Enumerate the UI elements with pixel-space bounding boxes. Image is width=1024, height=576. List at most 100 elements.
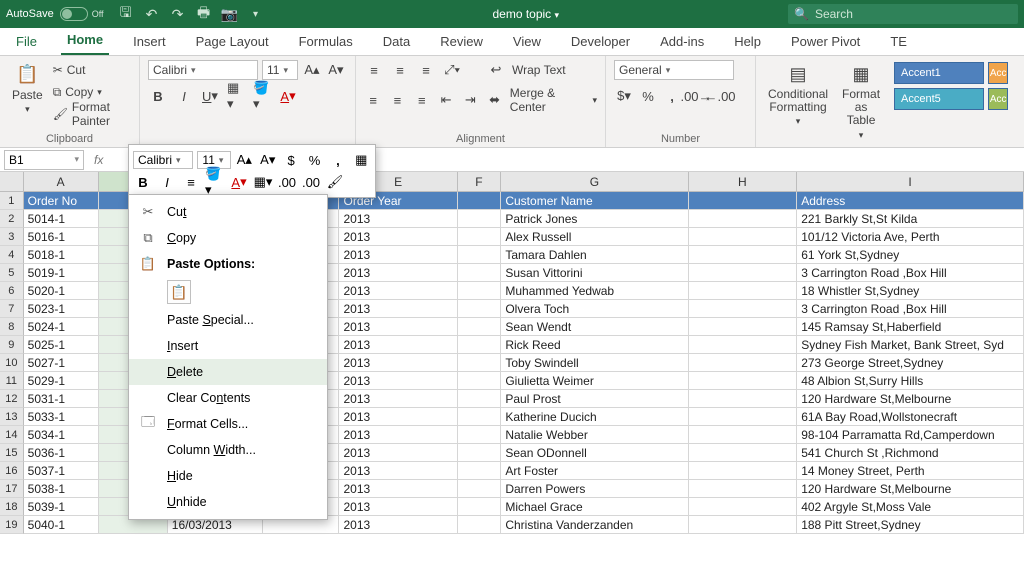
grow-font-icon[interactable]: A▴ <box>302 60 322 80</box>
tab-file[interactable]: File <box>10 30 43 55</box>
align-center-icon[interactable]: ≡ <box>388 90 406 110</box>
tab-power-pivot[interactable]: Power Pivot <box>785 30 866 55</box>
cell[interactable]: 5014-1 <box>24 210 99 228</box>
cell[interactable]: 2013 <box>339 210 457 228</box>
ctx-unhide[interactable]: Unhide <box>129 489 327 515</box>
cell[interactable]: 2013 <box>339 516 457 534</box>
cell[interactable] <box>458 282 501 300</box>
cell[interactable]: 145 Ramsay St,Haberfield <box>797 318 1024 336</box>
cell[interactable] <box>458 372 501 390</box>
mini-percent-icon[interactable]: % <box>305 150 324 170</box>
cell[interactable]: 61A Bay Road,Wollstonecraft <box>797 408 1024 426</box>
currency-icon[interactable]: $▾ <box>614 86 634 106</box>
cell[interactable] <box>458 246 501 264</box>
cell[interactable]: 2013 <box>339 264 457 282</box>
underline-button[interactable]: U ▾ <box>200 86 220 106</box>
search-box[interactable]: 🔍 Search <box>788 4 1018 24</box>
cell[interactable] <box>689 390 798 408</box>
shrink-font-icon[interactable]: A▾ <box>326 60 346 80</box>
redo-icon[interactable]: ↷ <box>170 6 186 22</box>
cell[interactable]: Alex Russell <box>501 228 688 246</box>
row-header[interactable]: 3 <box>0 228 24 246</box>
cell[interactable] <box>689 372 798 390</box>
cell[interactable] <box>458 210 501 228</box>
tab-review[interactable]: Review <box>434 30 489 55</box>
cell[interactable]: 2013 <box>339 336 457 354</box>
cell[interactable] <box>689 192 798 210</box>
document-title[interactable]: demo topic ▾ <box>264 7 788 21</box>
fx-icon[interactable]: fx <box>94 153 103 167</box>
dec-decimal-icon[interactable]: ←.00 <box>710 86 730 106</box>
tab-page-layout[interactable]: Page Layout <box>190 30 275 55</box>
cell[interactable]: 5039-1 <box>24 498 99 516</box>
cell[interactable]: 2013 <box>339 318 457 336</box>
cell[interactable]: 2013 <box>339 372 457 390</box>
mini-shrink-font-icon[interactable]: A▾ <box>258 150 277 170</box>
font-color-button[interactable]: A▾ <box>278 86 298 106</box>
cell[interactable] <box>689 462 798 480</box>
mini-border-icon[interactable]: ▦▾ <box>253 172 273 192</box>
mini-bold-icon[interactable]: B <box>133 172 153 192</box>
cell[interactable] <box>689 282 798 300</box>
cell[interactable]: 2013 <box>339 444 457 462</box>
cell[interactable]: Art Foster <box>501 462 688 480</box>
cell[interactable]: Muhammed Yedwab <box>501 282 688 300</box>
tab-addins[interactable]: Add-ins <box>654 30 710 55</box>
cell[interactable] <box>689 228 798 246</box>
row-header[interactable]: 10 <box>0 354 24 372</box>
format-painter-button[interactable]: 🖌Format Painter <box>53 104 131 124</box>
cell[interactable]: Katherine Ducich <box>501 408 688 426</box>
cell[interactable]: 5038-1 <box>24 480 99 498</box>
borders-button[interactable]: ▦ ▾ <box>226 86 246 106</box>
cell[interactable]: 5024-1 <box>24 318 99 336</box>
cell[interactable] <box>689 210 798 228</box>
cell[interactable] <box>458 516 501 534</box>
save-icon[interactable]: 🖫 <box>118 6 134 22</box>
ctx-copy[interactable]: ⧉Copy <box>129 225 327 251</box>
copy-button[interactable]: ⧉Copy ▾ <box>53 82 131 102</box>
cell[interactable] <box>458 318 501 336</box>
cell[interactable] <box>689 498 798 516</box>
row-header[interactable]: 1 <box>0 192 24 210</box>
name-box[interactable]: B1▾ <box>4 150 84 170</box>
number-format-combo[interactable]: General▾ <box>614 60 734 80</box>
merge-icon[interactable]: ⬌ <box>485 90 503 110</box>
cell[interactable]: Paul Prost <box>501 390 688 408</box>
autosave-switch[interactable] <box>60 7 88 21</box>
mini-grow-font-icon[interactable]: A▴ <box>235 150 254 170</box>
tab-te[interactable]: TE <box>884 30 913 55</box>
style-acc-1[interactable]: Acc <box>988 62 1008 84</box>
mini-inc-dec-icon[interactable]: .00 <box>277 172 297 192</box>
cell[interactable] <box>458 480 501 498</box>
indent-dec-icon[interactable]: ⇤ <box>437 90 455 110</box>
merge-center-button[interactable]: Merge & Center <box>510 86 587 114</box>
cell[interactable]: 5037-1 <box>24 462 99 480</box>
cell[interactable] <box>458 336 501 354</box>
align-bottom-icon[interactable]: ≡ <box>416 60 436 80</box>
cell[interactable]: 2013 <box>339 480 457 498</box>
tab-insert[interactable]: Insert <box>127 30 172 55</box>
cell[interactable] <box>689 318 798 336</box>
cell[interactable]: Sean Wendt <box>501 318 688 336</box>
percent-icon[interactable]: % <box>638 86 658 106</box>
row-header[interactable]: 13 <box>0 408 24 426</box>
cell[interactable]: 5036-1 <box>24 444 99 462</box>
wrap-text-label[interactable]: Wrap Text <box>512 63 566 77</box>
cell[interactable] <box>689 336 798 354</box>
tab-view[interactable]: View <box>507 30 547 55</box>
align-top-icon[interactable]: ≡ <box>364 60 384 80</box>
cell[interactable]: Tamara Dahlen <box>501 246 688 264</box>
col-header-H[interactable]: H <box>689 172 798 191</box>
fill-color-button[interactable]: 🪣▾ <box>252 86 272 106</box>
row-header[interactable]: 9 <box>0 336 24 354</box>
qat-more-icon[interactable]: ▾ <box>248 6 264 22</box>
cell[interactable] <box>689 354 798 372</box>
col-header-I[interactable]: I <box>797 172 1024 191</box>
cell[interactable]: 2013 <box>339 426 457 444</box>
cell[interactable]: 101/12 Victoria Ave, Perth <box>797 228 1024 246</box>
mini-table-icon[interactable]: ▦ <box>352 150 371 170</box>
cell[interactable]: 48 Albion St,Surry Hills <box>797 372 1024 390</box>
cell[interactable]: Giulietta Weimer <box>501 372 688 390</box>
inc-decimal-icon[interactable]: .00→ <box>686 86 706 106</box>
cell[interactable]: 61 York St,Sydney <box>797 246 1024 264</box>
